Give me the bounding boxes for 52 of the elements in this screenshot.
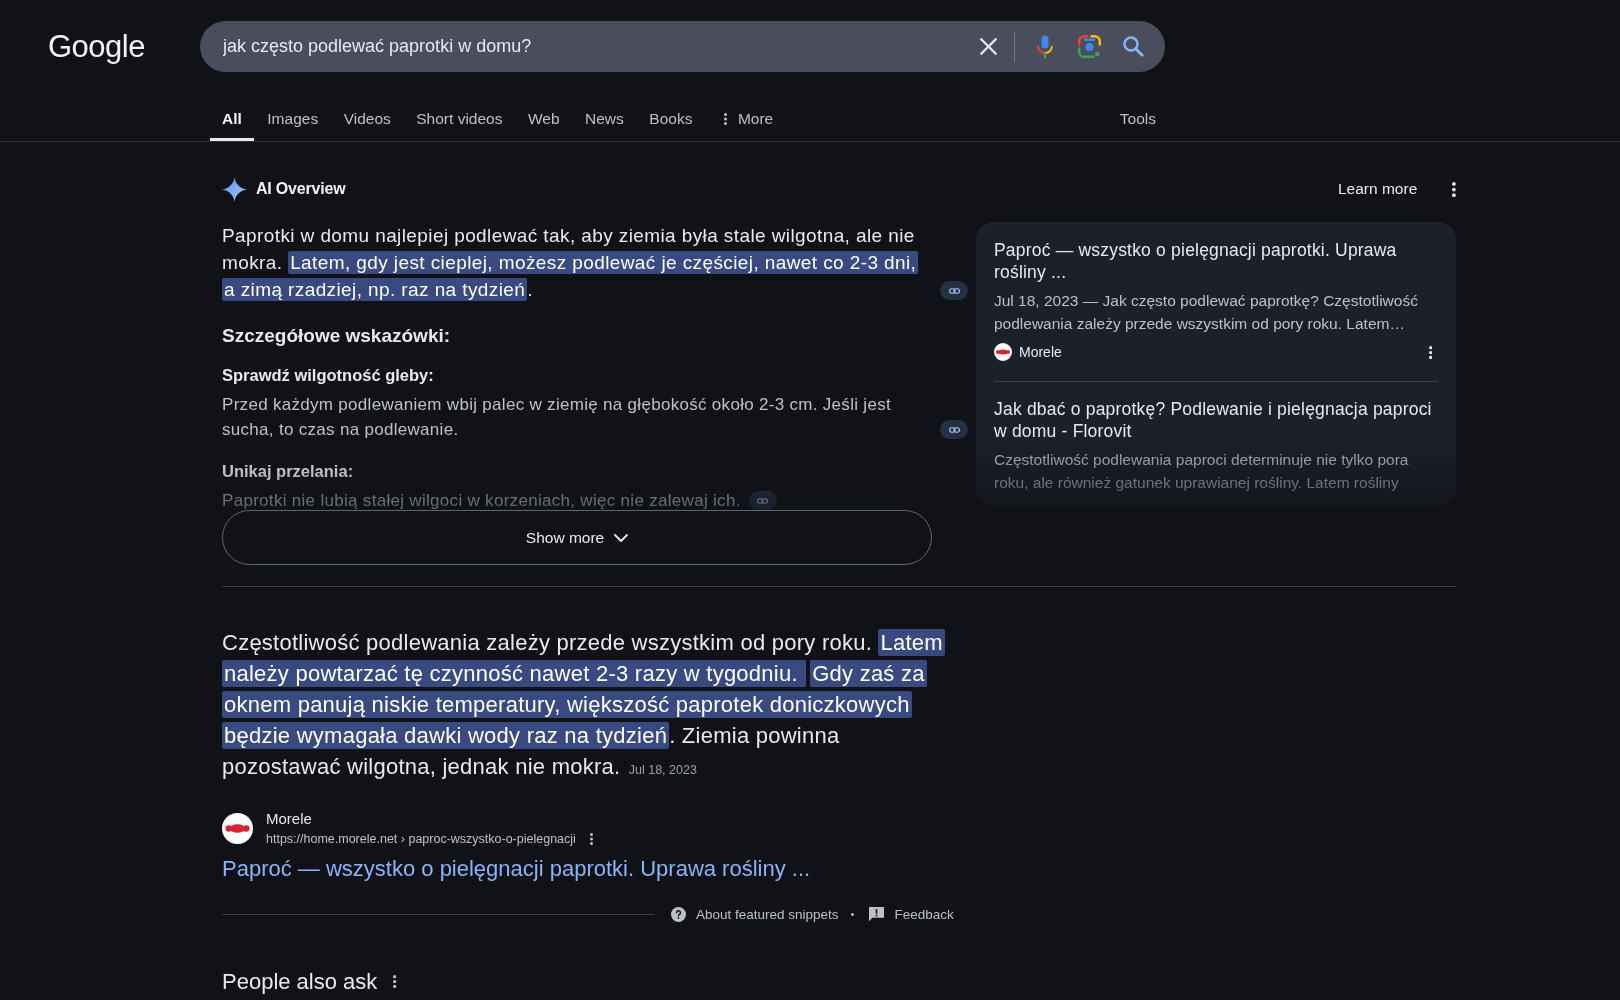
site-url: https://home.morele.net › paproc-wszystko-o-pielegnacji [266, 831, 576, 848]
chevron-down-icon [614, 533, 629, 542]
more-options-icon[interactable] [393, 975, 397, 988]
separator-dot: • [850, 908, 855, 920]
tip-text: Przed każdym podlewaniem wbij palec w ziemię na głębokość około 2-3 cm. Jeśli jest sucha, to czas na podlewanie. [222, 394, 892, 441]
link-chip[interactable] [940, 420, 968, 439]
section-heading: Szczegółowe wskazówki: [222, 324, 451, 348]
tip-heading: Unikaj przelania: [222, 461, 354, 482]
search-tab[interactable]: Books [637, 96, 705, 141]
help-icon [671, 906, 686, 922]
learn-more-link[interactable]: Learn more [1338, 180, 1418, 198]
kebab-icon [723, 112, 727, 125]
search-tab[interactable]: News [573, 96, 636, 141]
site-name: Morele [266, 809, 312, 829]
result-title-link[interactable]: Paproć — wszystko o pielęgnacji paprotki. Uprawa rośliny ... [222, 856, 811, 881]
source-snippet: Jul 18, 2023 — Jak często podlewać paprotkę? Częstotliwość podlewania zależy przede wszystkim od pory roku. Latem… [994, 291, 1419, 334]
more-options-icon[interactable] [1428, 345, 1432, 359]
more-options-icon[interactable] [1452, 181, 1456, 197]
link-chip[interactable] [940, 281, 968, 300]
site-logo-icon [222, 813, 253, 844]
search-tab[interactable]: More [705, 96, 786, 141]
tip-heading: Sprawdź wilgotność gleby: [222, 365, 434, 386]
search-field[interactable]: jak często podlewać paprotki w domu? [200, 21, 1165, 72]
camera-icon[interactable] [1078, 35, 1101, 58]
people-also-ask-heading: People also ask [222, 969, 378, 994]
logo-text[interactable]: Google [48, 28, 145, 65]
close-icon[interactable] [980, 38, 997, 55]
ai-overview-title: AI Overview [256, 180, 346, 198]
link-icon [948, 426, 960, 433]
search-tab[interactable]: Web [515, 96, 572, 141]
link-icon [757, 497, 769, 504]
about-snippets-link[interactable]: About featured snippets [696, 906, 839, 922]
search-tab[interactable]: Videos [331, 96, 403, 141]
search-tab[interactable]: Short videos [404, 96, 515, 141]
search-input[interactable]: jak często podlewać paprotki w domu? [223, 36, 960, 57]
search-tab[interactable]: Images [255, 96, 331, 141]
microphone-icon[interactable] [1037, 34, 1053, 59]
feedback-link[interactable]: Feedback [894, 906, 954, 922]
source-snippet: Częstotliwość podlewania paproci determinuje nie tylko pora roku, ale również gatunek uprawianej rośliny. Latem rośliny [994, 450, 1410, 493]
tools-button[interactable]: Tools [1107, 96, 1168, 141]
source-title-link[interactable]: Paproć — wszystko o pielęgnacji paprotki. Uprawa rośliny ... [994, 239, 1438, 283]
search-tab[interactable]: All [210, 96, 254, 141]
source-title-link[interactable]: Jak dbać o paprotkę? Podlewanie i pielęgnacja paproci w domu - Florovit [994, 398, 1438, 442]
tip-text: Paprotki nie lubią stałej wilgoci w korzeniach, więc nie zalewaj ich. [222, 490, 741, 512]
sparkle-icon [222, 176, 247, 202]
link-icon [948, 287, 960, 294]
feedback-icon [869, 906, 885, 922]
more-options-icon[interactable] [589, 833, 593, 845]
site-name: Morele [1019, 344, 1062, 360]
search-icon[interactable] [1123, 36, 1144, 57]
snippet-text: Częstotliwość podlewania zależy przede wszystkim od pory roku. Latem należy powtarzać tę czynność nawet 2-3 razy w tygodniu. Gdy zaś za oknem panują niskie temperatury, większość paprotek doniczkowych będzie wymagała dawki wody raz na tydzień. Ziemia powinna pozostawać wilgotna, jednak nie mokra. Jul 18, 2023 [222, 628, 946, 781]
site-logo-icon [994, 343, 1012, 361]
